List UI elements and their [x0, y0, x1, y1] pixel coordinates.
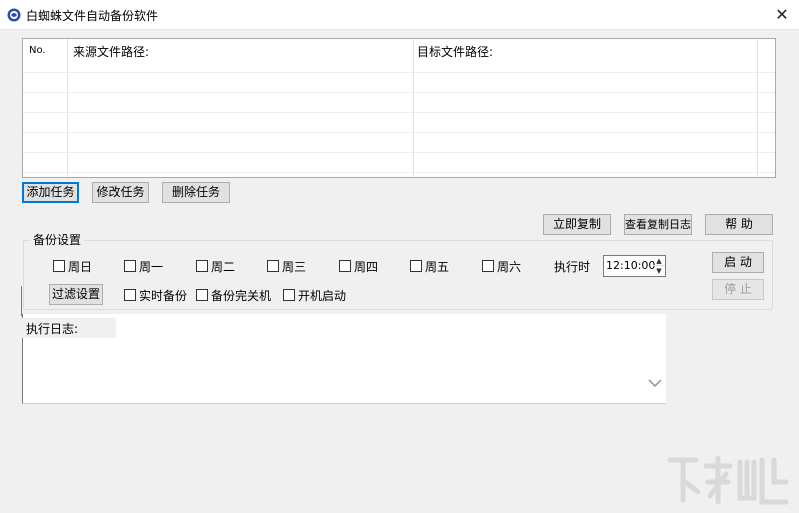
checkbox-label: 备份完关机 [211, 288, 272, 303]
checkbox-box[interactable] [196, 260, 208, 272]
spin-down-icon[interactable]: ▼ [653, 266, 665, 276]
help-button[interactable]: 帮 助 [705, 214, 773, 235]
checkbox-launch-on-startup[interactable]: 开机启动 [283, 287, 346, 303]
checkbox-box[interactable] [339, 260, 351, 272]
checkbox-box[interactable] [196, 289, 208, 301]
execution-log-label: 执行日志: [22, 318, 116, 338]
row-divider [23, 72, 775, 73]
close-icon[interactable]: ✕ [770, 4, 794, 26]
checkbox-label: 开机启动 [298, 288, 347, 303]
checkbox-shutdown-after-backup[interactable]: 备份完关机 [196, 287, 271, 303]
window-title: 白蜘蛛文件自动备份软件 [26, 9, 159, 23]
exec-time-label: 执行时 [554, 260, 591, 274]
checkbox-sunday[interactable]: 周日 [53, 258, 92, 274]
checkbox-label: 周二 [211, 259, 236, 274]
execution-log-area[interactable] [22, 314, 666, 404]
checkbox-box[interactable] [53, 260, 65, 272]
row-divider [23, 172, 775, 173]
add-task-button[interactable]: 添加任务 [22, 182, 79, 203]
row-divider [23, 132, 775, 133]
column-divider [757, 39, 758, 177]
checkbox-label: 周五 [425, 259, 450, 274]
stop-button[interactable]: 停 止 [712, 279, 764, 300]
checkbox-label: 周三 [282, 259, 307, 274]
checkbox-box[interactable] [124, 260, 136, 272]
delete-task-button[interactable]: 删除任务 [162, 182, 230, 203]
checkbox-realtime-backup[interactable]: 实时备份 [124, 287, 187, 303]
edit-task-button[interactable]: 修改任务 [92, 182, 149, 203]
checkbox-label: 周四 [354, 259, 379, 274]
row-divider [23, 112, 775, 113]
checkbox-box[interactable] [124, 289, 136, 301]
checkbox-box[interactable] [267, 260, 279, 272]
column-header-target-path[interactable]: 目标文件路径: [417, 43, 493, 59]
column-divider [67, 39, 68, 177]
checkbox-box[interactable] [410, 260, 422, 272]
column-header-no[interactable]: No. [29, 45, 46, 61]
checkbox-thursday[interactable]: 周四 [339, 258, 378, 274]
chevron-down-icon[interactable] [646, 374, 664, 392]
checkbox-label: 周六 [497, 259, 522, 274]
column-divider [413, 39, 414, 177]
app-logo-icon [7, 8, 21, 22]
row-divider [23, 92, 775, 93]
checkbox-label: 周日 [68, 259, 93, 274]
filter-settings-button[interactable]: 过滤设置 [49, 284, 103, 305]
row-divider [23, 152, 775, 153]
exec-time-value[interactable]: 12:10:00 [606, 259, 655, 272]
watermark-logo [664, 452, 790, 508]
checkbox-label: 实时备份 [139, 288, 188, 303]
backup-settings-title: 备份设置 [30, 231, 85, 248]
view-copy-log-button[interactable]: 查看复制日志 [624, 214, 692, 235]
checkbox-saturday[interactable]: 周六 [482, 258, 521, 274]
column-header-source-path[interactable]: 来源文件路径: [73, 43, 149, 59]
checkbox-box[interactable] [482, 260, 494, 272]
spin-up-icon[interactable]: ▲ [653, 256, 665, 266]
checkbox-label: 周一 [139, 259, 164, 274]
checkbox-friday[interactable]: 周五 [410, 258, 449, 274]
copy-now-button[interactable]: 立即复制 [543, 214, 611, 235]
checkbox-box[interactable] [283, 289, 295, 301]
start-button[interactable]: 启 动 [712, 252, 764, 273]
checkbox-wednesday[interactable]: 周三 [267, 258, 306, 274]
checkbox-monday[interactable]: 周一 [124, 258, 163, 274]
task-list-table[interactable]: No. 来源文件路径: 目标文件路径: [22, 38, 776, 178]
checkbox-tuesday[interactable]: 周二 [196, 258, 235, 274]
log-frame-edge [21, 286, 22, 316]
exec-time-spinner[interactable]: 12:10:00 ▲ ▼ [603, 255, 666, 277]
